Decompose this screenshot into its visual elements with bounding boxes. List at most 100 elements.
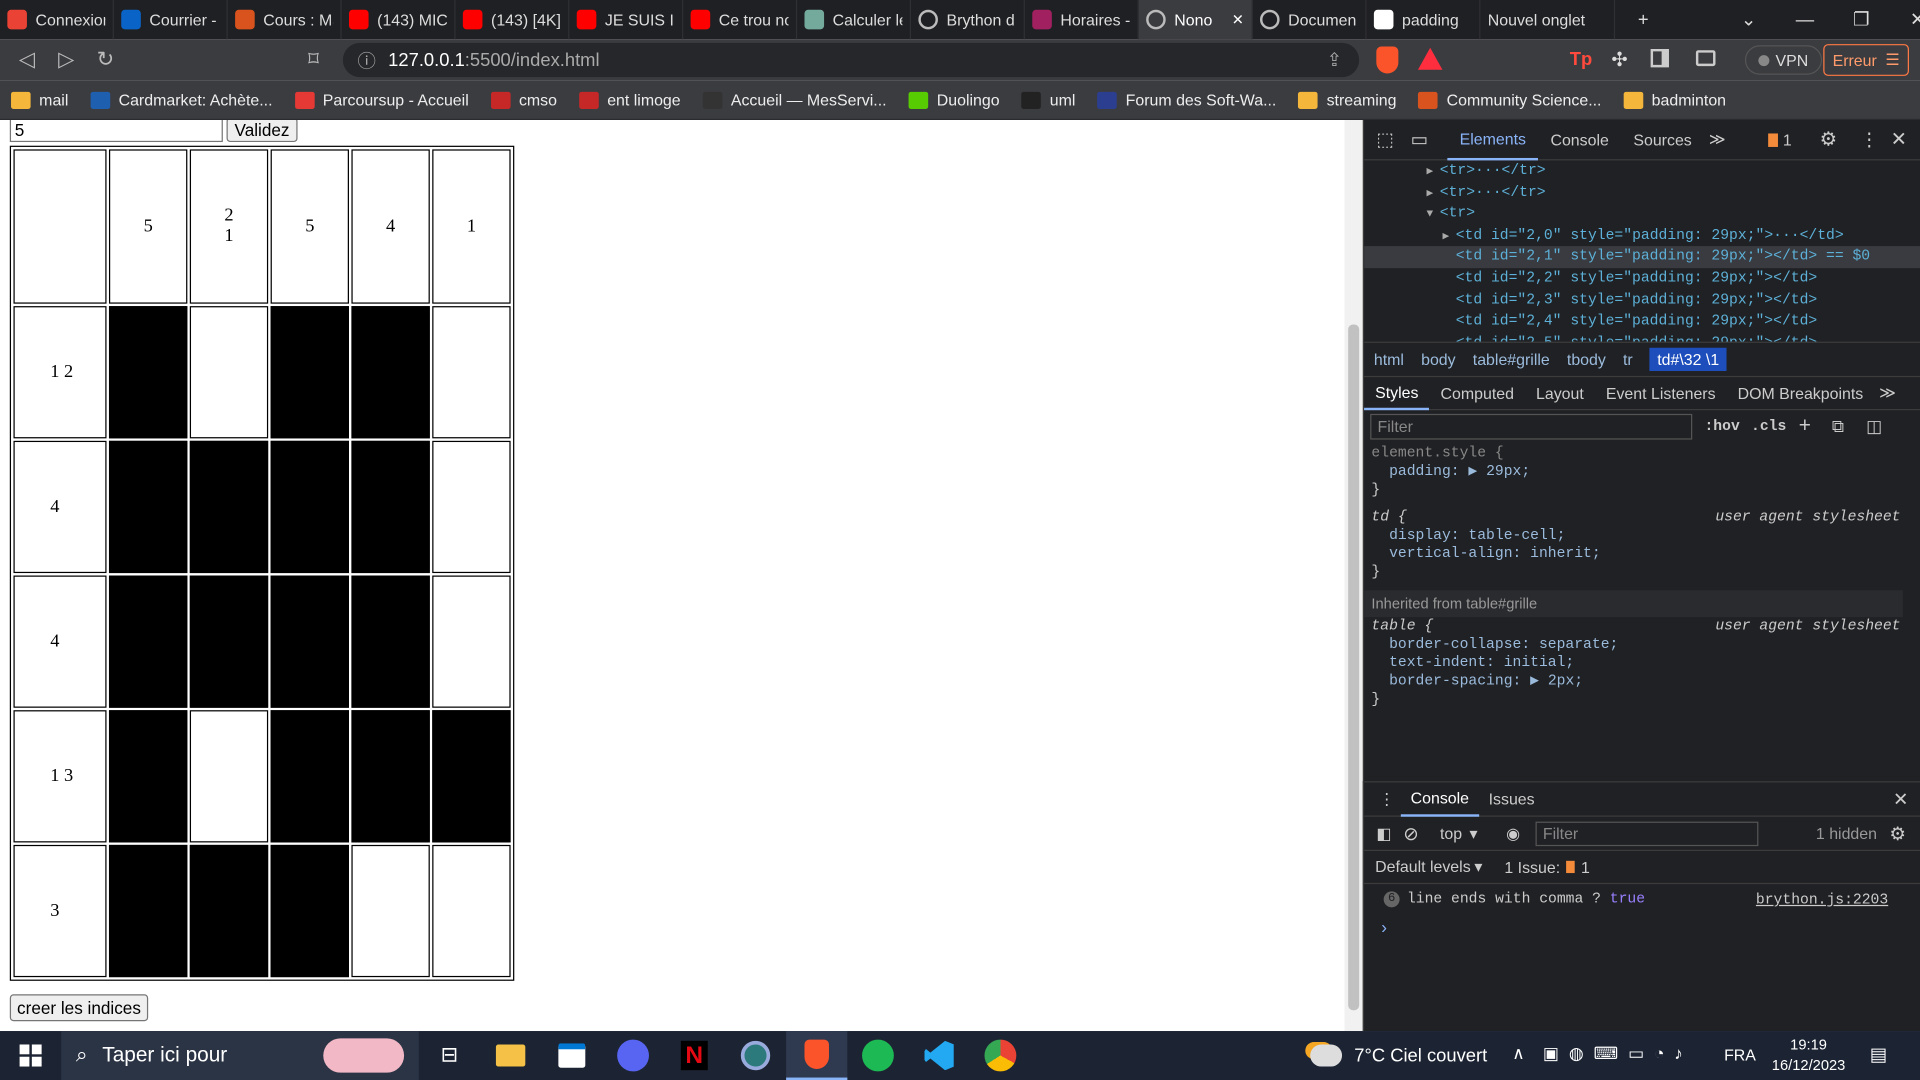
share-icon[interactable]: ⇪ — [1327, 49, 1342, 71]
chrome-icon[interactable] — [970, 1031, 1031, 1080]
styles-filter-input[interactable]: Filter — [1370, 413, 1693, 440]
dom-node[interactable]: <td id="2,3" style="padding: 29px;"></td… — [1364, 290, 1920, 312]
bookmark-item[interactable]: Accueil — MesServi... — [692, 91, 898, 109]
drawer-menu-icon[interactable]: ⋮ — [1379, 789, 1401, 809]
forward-icon[interactable]: ▷ — [47, 42, 86, 79]
bookmark-item[interactable]: badminton — [1613, 91, 1738, 109]
settings-icon[interactable]: ⚙ — [1820, 127, 1838, 151]
grid-cell-filled[interactable] — [432, 710, 511, 843]
more-options-icon[interactable]: ⋮ — [1860, 129, 1878, 151]
issues-link[interactable]: 1 Issue: 1 — [1504, 858, 1589, 876]
grid-cell-filled[interactable] — [351, 575, 430, 708]
extension-tp-icon[interactable]: Tp — [1570, 49, 1592, 70]
grid-cell-filled[interactable] — [108, 710, 188, 843]
discord-icon[interactable] — [602, 1031, 663, 1080]
sidebar-toggle-icon[interactable]: ◧ — [1376, 823, 1403, 843]
grid-cell-filled[interactable] — [270, 575, 349, 708]
taskbar-search[interactable]: ⌕ Taper ici pour — [61, 1031, 419, 1080]
bookmark-item[interactable]: Forum des Soft-Wa... — [1086, 91, 1287, 109]
extensions-icon[interactable]: ✣ — [1611, 48, 1627, 72]
tray-expand-icon[interactable]: ∧ — [1512, 1043, 1525, 1064]
context-select[interactable]: top ▾ — [1435, 823, 1499, 843]
bookmark-item[interactable]: Duolingo — [898, 91, 1011, 109]
bookmark-item[interactable]: Community Science... — [1407, 91, 1612, 109]
clock[interactable]: 19:19 16/12/2023 — [1768, 1035, 1849, 1077]
styles-tab[interactable]: Styles — [1364, 377, 1430, 410]
bookmark-item[interactable]: Parcoursup - Accueil — [284, 91, 480, 109]
grid-cell-filled[interactable] — [270, 440, 349, 574]
tab-3[interactable]: (143) MICI — [342, 0, 456, 40]
expand-icon[interactable]: ▶ — [1427, 165, 1440, 177]
console-filter-input[interactable]: Filter — [1535, 821, 1759, 846]
bookmark-item[interactable]: ent limoge — [568, 91, 692, 109]
tab-console[interactable]: Console — [1538, 119, 1621, 159]
clear-console-icon[interactable]: ⊘ — [1403, 822, 1435, 844]
grid-cell-filled[interactable] — [351, 306, 430, 439]
start-button[interactable] — [0, 1031, 61, 1080]
grid-cell-filled[interactable] — [270, 306, 349, 439]
more-tabs-icon[interactable]: ≫ — [1709, 130, 1726, 150]
paint-icon[interactable]: ⧉ — [1832, 416, 1844, 437]
levels-dropdown[interactable]: Default levels ▾ — [1375, 857, 1482, 877]
notifications-icon[interactable]: ▤ — [1870, 1043, 1887, 1065]
netflix-icon[interactable]: N — [664, 1031, 725, 1080]
bookmark-item[interactable]: cmso — [480, 91, 568, 109]
console-settings-icon[interactable]: ⚙ — [1889, 822, 1905, 844]
back-icon[interactable]: ◁ — [7, 42, 46, 79]
issues-badge[interactable]: 1 — [1768, 130, 1792, 149]
reload-icon[interactable]: ↻ — [86, 42, 125, 79]
grid-cell-filled[interactable] — [189, 844, 269, 978]
grid-cell-filled[interactable] — [270, 710, 349, 843]
tray-icons[interactable]: ▣◍⌨▭◔♪ — [1543, 1043, 1693, 1064]
bookmark-icon[interactable]: ⌑ — [294, 42, 333, 79]
bookmark-item[interactable]: streaming — [1287, 91, 1407, 109]
wallet-icon[interactable] — [1695, 50, 1716, 67]
grid-cell-empty[interactable] — [432, 844, 511, 978]
dom-node[interactable]: ▶ <tr>···</tr> — [1364, 182, 1920, 204]
expand-icon[interactable]: ▶ — [1442, 230, 1455, 242]
drawer-tab-console[interactable]: Console — [1400, 782, 1479, 817]
log-source-link[interactable]: brython.js:2203 — [1756, 891, 1888, 908]
close-devtools-icon[interactable]: ✕ — [1891, 127, 1907, 151]
tab-sources[interactable]: Sources — [1621, 119, 1704, 159]
styles-tab[interactable]: Event Listeners — [1595, 377, 1727, 410]
styles-tab[interactable]: DOM Breakpoints — [1727, 377, 1875, 410]
breadcrumb-item[interactable]: body — [1421, 350, 1456, 368]
expand-icon[interactable]: ▶ — [1427, 187, 1440, 199]
dom-node[interactable]: ▶ <tr>···</tr> — [1364, 160, 1920, 182]
breadcrumb-item[interactable]: table#grille — [1473, 350, 1550, 368]
grid-cell-filled[interactable] — [351, 440, 430, 574]
language-indicator[interactable]: FRA — [1724, 1046, 1756, 1064]
more-styles-tabs-icon[interactable]: ≫ — [1879, 383, 1896, 403]
dom-node[interactable]: ▼ <tr> — [1364, 203, 1920, 225]
tab-5[interactable]: JE SUIS IR — [569, 0, 684, 40]
dom-node[interactable]: <td id="2,1" style="padding: 29px;"></td… — [1364, 246, 1920, 269]
grid-cell-filled[interactable] — [108, 844, 188, 978]
sidebar-icon[interactable] — [1650, 48, 1669, 68]
tab-2[interactable]: Cours : Ma — [228, 0, 342, 40]
inspect-icon[interactable]: ⬚ — [1376, 129, 1396, 151]
breadcrumb-item[interactable]: tbody — [1567, 350, 1606, 368]
new-tab-icon[interactable]: + — [1615, 0, 1671, 39]
minimize-icon[interactable]: — — [1777, 0, 1833, 39]
grid-cell-empty[interactable] — [432, 575, 511, 708]
eye-icon[interactable]: ◉ — [1499, 823, 1536, 843]
device-toolbar-icon[interactable]: ▭ — [1411, 129, 1431, 151]
bookmark-item[interactable]: Cardmarket: Achète... — [79, 91, 283, 109]
maximize-icon[interactable]: ❐ — [1833, 0, 1889, 39]
tab-elements[interactable]: Elements — [1447, 119, 1539, 160]
new-rule-icon[interactable]: + — [1799, 414, 1811, 438]
spotify-icon[interactable] — [847, 1031, 908, 1080]
grid-cell-filled[interactable] — [189, 575, 269, 708]
tab-9[interactable]: Horaires - — [1025, 0, 1139, 40]
breadcrumb-item[interactable]: tr — [1623, 350, 1633, 368]
collapse-icon[interactable]: ▼ — [1427, 208, 1440, 220]
tab-13[interactable]: Nouvel onglet — [1480, 0, 1616, 40]
brave-shield-icon[interactable] — [1376, 46, 1399, 74]
brave-taskbar-icon[interactable] — [786, 1031, 848, 1080]
toggle-sidebar-icon[interactable]: ◫ — [1866, 416, 1882, 437]
hov-toggle[interactable]: :hov — [1704, 418, 1739, 435]
validate-button[interactable]: Validez — [226, 120, 298, 143]
task-view-icon[interactable]: ⊟ — [419, 1031, 480, 1080]
size-input[interactable]: 5 — [9, 120, 223, 143]
